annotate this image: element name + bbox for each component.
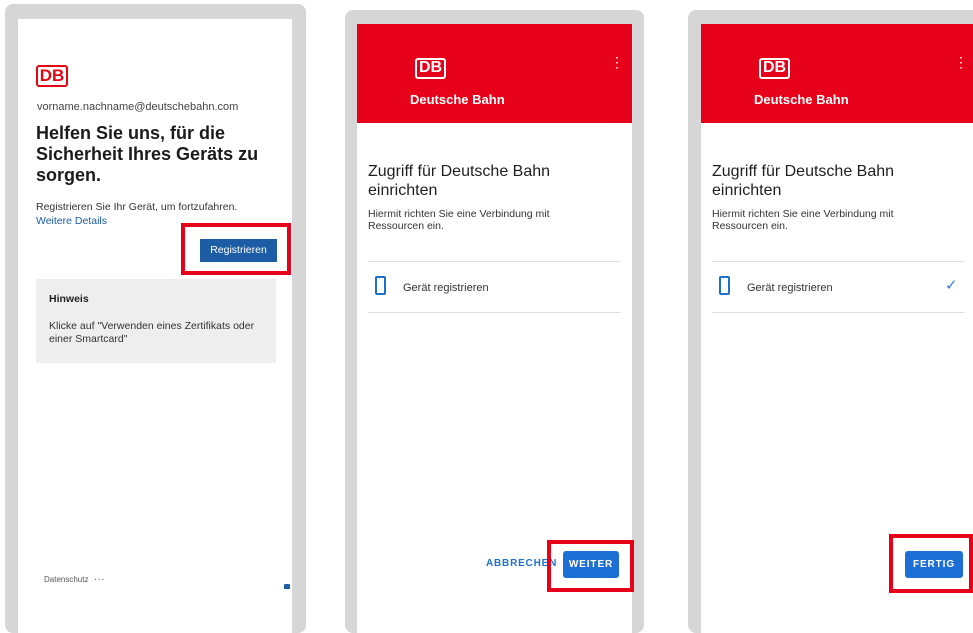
account-email: vorname.nachname@deutschebahn.com — [37, 101, 239, 113]
overflow-menu-icon[interactable]: ⋮ — [954, 55, 968, 69]
step-register-device: Gerät registrieren — [747, 282, 833, 294]
setup-heading: Zugriff für Deutsche Bahn einrichten — [712, 163, 895, 199]
app-bar: DB Deutsche Bahn ⋮ — [701, 24, 973, 123]
next-button[interactable]: WEITER — [563, 551, 619, 578]
app-bar: DB Deutsche Bahn ⋮ — [357, 24, 632, 123]
cancel-button[interactable]: ABBRECHEN — [486, 558, 557, 569]
page-title: Helfen Sie uns, für die Sicherheit Ihres… — [36, 123, 259, 185]
privacy-link[interactable]: Datenschutz — [44, 575, 88, 584]
overflow-menu-icon[interactable]: ⋮ — [610, 55, 624, 69]
divider — [712, 261, 965, 262]
db-logo: DB — [36, 65, 68, 87]
setup-description: Hiermit richten Sie eine Verbindung mit … — [712, 208, 894, 232]
description-text: Registrieren Sie Ihr Gerät, um fortzufah… — [36, 201, 238, 213]
phone-icon — [375, 276, 386, 295]
phone-icon — [719, 276, 730, 295]
divider — [712, 312, 965, 313]
setup-description: Hiermit richten Sie eine Verbindung mit … — [368, 208, 550, 232]
step-register-device: Gerät registrieren — [403, 282, 489, 294]
more-options-icon[interactable]: ... — [94, 572, 105, 583]
setup-heading: Zugriff für Deutsche Bahn einrichten — [368, 163, 551, 199]
notice-title: Hinweis — [49, 293, 89, 305]
accessibility-icon[interactable] — [284, 584, 290, 589]
done-button[interactable]: FERTIG — [905, 551, 963, 578]
register-button[interactable]: Registrieren — [200, 239, 277, 262]
setup-screen: DB Deutsche Bahn ⋮ Zugriff für Deutsche … — [357, 24, 632, 633]
app-title: Deutsche Bahn — [410, 92, 505, 107]
notice-box: Hinweis Klicke auf "Verwenden eines Zert… — [36, 279, 276, 363]
app-title: Deutsche Bahn — [754, 92, 849, 107]
db-logo: DB — [415, 58, 446, 79]
divider — [368, 312, 621, 313]
db-logo: DB — [759, 58, 790, 79]
setup-complete-screen: DB Deutsche Bahn ⋮ Zugriff für Deutsche … — [701, 24, 973, 633]
divider — [368, 261, 621, 262]
registration-screen: DB vorname.nachname@deutschebahn.com Hel… — [18, 19, 292, 633]
checkmark-icon: ✓ — [945, 277, 958, 294]
notice-text: Klicke auf "Verwenden eines Zertifikats … — [49, 320, 255, 345]
more-details-link[interactable]: Weitere Details — [36, 215, 107, 227]
